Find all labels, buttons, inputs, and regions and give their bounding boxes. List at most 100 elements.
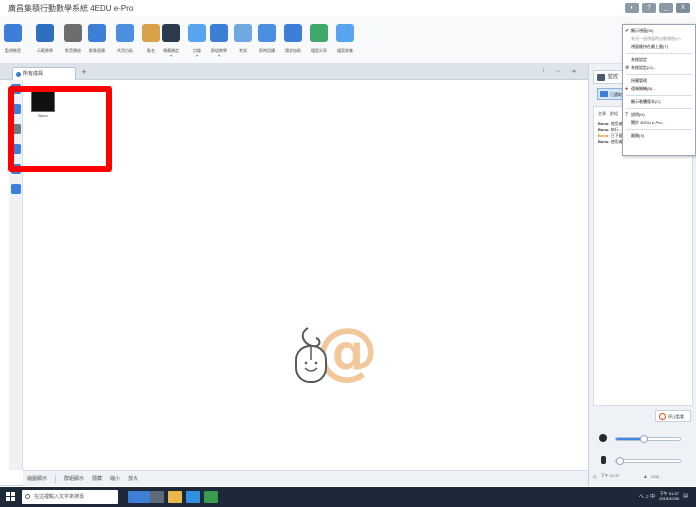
- menu-item[interactable]: 視窗維持在最上層(T): [623, 43, 695, 51]
- add-tab-button[interactable]: +: [79, 67, 89, 79]
- windows-start-icon[interactable]: [6, 492, 16, 502]
- menu-item[interactable]: ✔ 顯示視窗(W): [623, 27, 695, 35]
- menu-item[interactable]: 顯示軟體版本(C): [623, 98, 695, 106]
- toolbar-button[interactable]: 監視教室: [4, 18, 22, 62]
- menu-divider: [626, 95, 692, 96]
- menu-item-label: 顯示視窗(W): [631, 28, 654, 33]
- help-button[interactable]: ?: [642, 3, 656, 13]
- toolbar-button[interactable]: 討論 ▾: [188, 18, 206, 62]
- menu-item[interactable]: ? 說明(H): [623, 111, 695, 119]
- toolbar-button[interactable]: 影音播放: [64, 18, 82, 62]
- mouse-at-logo-icon: @: [295, 316, 376, 386]
- selected-student[interactable]: 已選取: [597, 88, 623, 100]
- thumbnail-view-button[interactable]: 縮圖顯示: [27, 475, 47, 482]
- title-bar: 廣昌集積行動數學系統 4EDU e-Pro ◐ ? _ X: [0, 0, 696, 16]
- menu-item-icon: ?: [625, 112, 628, 118]
- notification-icon[interactable]: ▤: [683, 493, 688, 499]
- menu-item[interactable]: 系統設定: [623, 56, 695, 64]
- toolbar-button[interactable]: 請求協助: [284, 18, 302, 62]
- menu-divider: [626, 129, 692, 130]
- arrow-right-icon[interactable]: ➜: [571, 68, 576, 75]
- log-header-group[interactable]: 群組: [610, 111, 618, 117]
- tab-label: 所有成員: [23, 71, 44, 77]
- chevron-down-icon[interactable]: ▾: [218, 54, 220, 58]
- toolbar-button-label: 請求協助: [285, 48, 301, 53]
- file-share-icon: [310, 24, 328, 42]
- speaker-slider[interactable]: [615, 435, 681, 443]
- toolbar-button[interactable]: 示範教學: [36, 18, 54, 62]
- menu-item-icon: ✔: [625, 28, 630, 34]
- menu-item-icon: ●: [625, 86, 629, 92]
- clock-icon: ◷: [593, 473, 597, 479]
- menu-item[interactable]: ⚙ 系統設定(O)...: [623, 64, 695, 72]
- toolbar-button-label: 示範教學: [37, 48, 53, 53]
- menu-item[interactable]: 關於 4EDU e-Pro...: [623, 119, 695, 127]
- speaker-slider-handle[interactable]: [639, 435, 648, 443]
- help-request-icon: [284, 24, 302, 42]
- chevron-down-icon[interactable]: ▾: [170, 54, 172, 58]
- selected-label: 已選取: [610, 92, 622, 97]
- stop-label: 停止監看: [668, 414, 684, 419]
- toolbar-button[interactable]: 螢幕鎖定 ▾: [162, 18, 180, 62]
- zoom-in-button[interactable]: 放大: [128, 475, 138, 482]
- log-header-name[interactable]: 名單: [598, 111, 606, 117]
- highlight-box: [8, 86, 112, 172]
- toolbar-button[interactable]: 共用白板: [116, 18, 134, 62]
- menu-divider: [626, 108, 692, 109]
- group-view-button[interactable]: 群組顯示: [64, 475, 84, 482]
- log-student-name: Bono:: [598, 127, 610, 132]
- toolbar-button[interactable]: 即時回饋: [258, 18, 276, 62]
- edu-app-taskbar-icon[interactable]: [128, 491, 150, 503]
- menu-item[interactable]: 有另一個視窗時自動開啟(H): [623, 35, 695, 43]
- tab-all-members[interactable]: 所有成員: [12, 67, 76, 80]
- microphone-icon: [601, 456, 606, 464]
- hide-button[interactable]: 隱藏: [92, 475, 102, 482]
- tray-icons[interactable]: へ ♫ 中: [639, 493, 656, 500]
- file-explorer-icon[interactable]: [168, 491, 182, 503]
- skin-button[interactable]: ◐: [625, 3, 639, 13]
- zoom-out-button[interactable]: 縮小: [110, 475, 120, 482]
- toolbar-button[interactable]: 點名: [142, 18, 160, 62]
- monitor-icon: [4, 24, 22, 42]
- mic-slider-handle[interactable]: [616, 457, 624, 465]
- search-placeholder: 在這裡輸入文字來搜尋: [34, 494, 85, 500]
- toolbar-button[interactable]: 影像直播: [88, 18, 106, 62]
- members-icon: [16, 72, 21, 77]
- mic-slider[interactable]: [615, 457, 681, 465]
- speaker-volume: [599, 434, 689, 444]
- log-student-name: Bono:: [598, 133, 610, 138]
- file-collect-icon: [336, 24, 354, 42]
- arrange-horizontal-icon[interactable]: ↔: [555, 68, 561, 75]
- menu-divider: [626, 53, 692, 54]
- toolbar-button[interactable]: 考試: [234, 18, 252, 62]
- browser-icon[interactable]: [186, 491, 200, 503]
- toolbar-button[interactable]: 檔案收集: [336, 18, 354, 62]
- stop-icon: [659, 413, 666, 420]
- screen-icon: [600, 91, 608, 97]
- teacher-icon: [36, 24, 54, 42]
- toolbar-button[interactable]: 檔案分享: [310, 18, 328, 62]
- menu-item-label: 有另一個視窗時自動開啟(H): [631, 36, 681, 41]
- close-button[interactable]: X: [676, 3, 690, 13]
- menu-item[interactable]: ● 遠端開機(B)...: [623, 85, 695, 93]
- chevron-down-icon[interactable]: ▾: [196, 54, 198, 58]
- toolbar-button[interactable]: 群組教學 ▾: [210, 18, 228, 62]
- taskbar-clock[interactable]: 下午 01:37 2019/10/30: [659, 491, 679, 501]
- arrange-vertical-icon[interactable]: ↕: [542, 68, 545, 75]
- menu-item[interactable]: 授權管理: [623, 77, 695, 85]
- app-window: 廣昌集積行動數學系統 4EDU e-Pro ◐ ? _ X 監視教室 示範教學 影音…: [0, 0, 696, 486]
- tab-bar: 所有成員 + ↕ ↔ ➜: [0, 64, 588, 80]
- task-view-icon[interactable]: [150, 491, 164, 503]
- speaker-slider-fill: [616, 438, 643, 440]
- store-icon[interactable]: [204, 491, 218, 503]
- taskbar-search-input[interactable]: 在這裡輸入文字來搜尋: [22, 490, 118, 504]
- minimize-button[interactable]: _: [659, 3, 673, 13]
- canvas-status-bar: 縮圖顯示 群組顯示 隱藏 縮小 放大: [23, 470, 588, 486]
- window-controls: ◐ ? _ X: [625, 3, 690, 13]
- menu-item[interactable]: 離開(X): [623, 132, 695, 140]
- toolbar-button-label: 檔案分享: [311, 48, 327, 53]
- toolbar-button-label: 影音播放: [65, 48, 81, 53]
- stop-monitor-button[interactable]: 停止監看: [655, 410, 691, 422]
- edit-icon[interactable]: [11, 184, 21, 194]
- toolbar-button-label: 檔案收集: [337, 48, 353, 53]
